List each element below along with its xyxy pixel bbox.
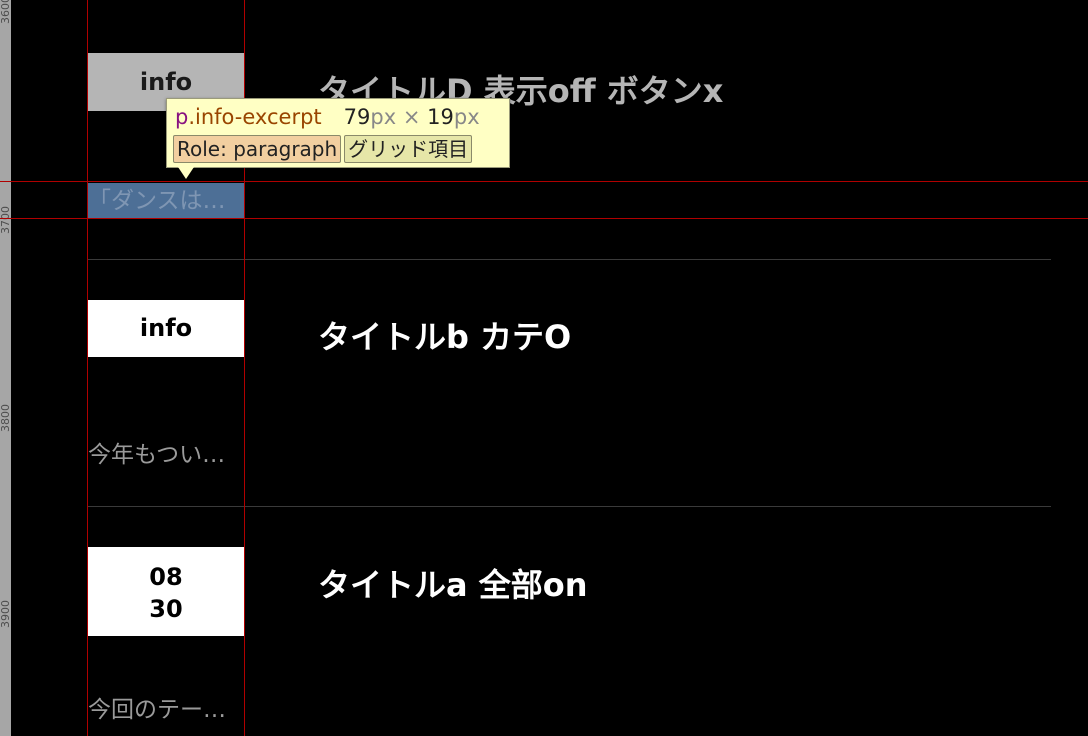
info-excerpt[interactable]: 今回のテー… xyxy=(88,690,244,724)
info-excerpt-highlighted[interactable]: 「ダンスは… xyxy=(88,183,244,219)
tooltip-chip-row: Role: paragraph グリッド項目 xyxy=(173,135,473,163)
vertical-ruler: 3600 3700 3800 3900 xyxy=(0,0,12,736)
ruler-label: 3700 xyxy=(0,206,12,234)
tooltip-tag: p xyxy=(175,105,189,129)
item-title[interactable]: タイトルb カテO xyxy=(318,312,571,358)
tooltip-arrow xyxy=(178,167,194,179)
item-separator xyxy=(88,259,1051,260)
date-badge-day: 30 xyxy=(149,595,183,623)
guide-line-bottom xyxy=(0,218,1088,219)
date-badge-month: 08 xyxy=(149,563,183,591)
tooltip-times: × xyxy=(402,105,421,129)
item-title[interactable]: タイトルa 全部on xyxy=(318,560,588,606)
ruler-label: 3800 xyxy=(0,404,12,432)
ruler-label: 3600 xyxy=(0,0,12,24)
guide-line-left xyxy=(87,0,88,736)
role-chip: Role: paragraph xyxy=(173,135,342,163)
ruler-label: 3900 xyxy=(0,600,12,628)
date-badge[interactable]: 08 30 xyxy=(88,547,244,636)
devtools-inspect-view: 3600 3700 3800 3900 info タイトルD 表示off ボタン… xyxy=(0,0,1088,736)
info-badge[interactable]: info xyxy=(88,300,244,357)
grid-item-chip: グリッド項目 xyxy=(344,135,473,163)
item-separator xyxy=(88,506,1051,507)
tooltip-selector-row: p.info-excerpt 79px × 19px xyxy=(175,105,480,129)
inspector-tooltip: p.info-excerpt 79px × 19px Role: paragrap… xyxy=(166,98,510,168)
info-excerpt[interactable]: 今年もつい… xyxy=(88,435,244,469)
tooltip-height: 19 xyxy=(427,105,454,129)
tooltip-unit: px xyxy=(453,105,480,129)
info-badge-label: info xyxy=(139,68,193,96)
guide-line-top xyxy=(0,181,1088,182)
tooltip-class: .info-excerpt xyxy=(188,105,322,129)
tooltip-width: 79 xyxy=(343,105,371,129)
info-badge-label: info xyxy=(139,314,193,342)
tooltip-unit: px xyxy=(370,105,397,129)
